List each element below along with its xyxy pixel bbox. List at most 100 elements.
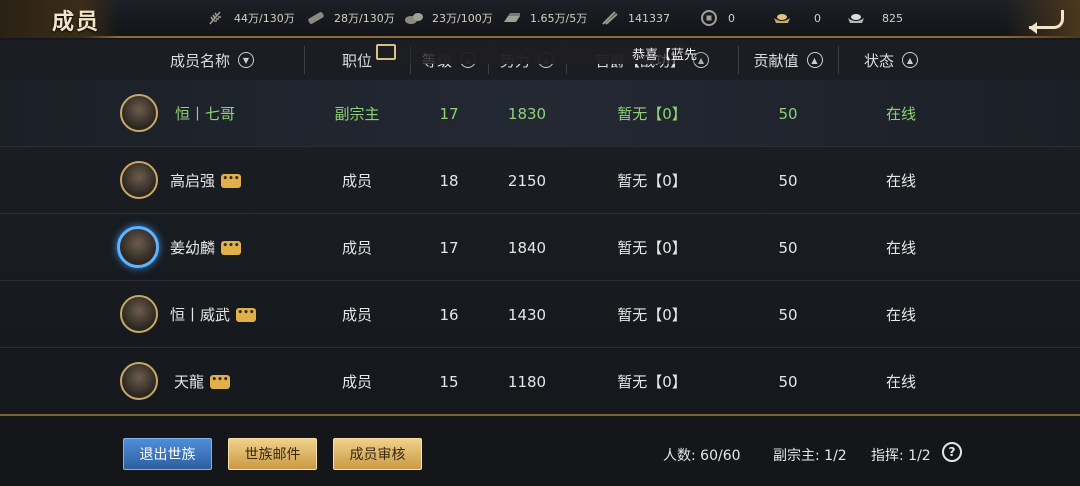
member-level: 18: [439, 171, 459, 190]
broadcast-toast: 恭喜【蓝先: [370, 42, 715, 64]
table-row[interactable]: 天龍 ••• 成员 15 1180 暂无【0】 50 在线: [0, 348, 1080, 415]
resource-scroll: 141337: [600, 0, 670, 36]
resource-value: 0: [814, 11, 821, 25]
commander-count: 指挥: 1/2: [871, 448, 931, 464]
member-power: 1830: [507, 104, 547, 123]
member-rank: 暂无【0】: [617, 373, 687, 391]
member-rank: 暂无【0】: [617, 239, 687, 257]
chat-icon[interactable]: •••: [236, 307, 257, 322]
clan-mail-button[interactable]: 世族邮件: [228, 438, 317, 470]
header-label: 职位: [341, 51, 372, 70]
resource-wood: 28万/130万: [306, 0, 395, 36]
back-button[interactable]: [1004, 0, 1080, 38]
vice-leader-count: 副宗主: 1/2: [773, 448, 847, 464]
member-role: 成员: [341, 373, 372, 391]
member-contribution: 50: [778, 171, 798, 190]
coin-icon: [701, 10, 717, 26]
member-status: 在线: [885, 239, 916, 257]
member-name: 恒丨威武 •••: [170, 306, 257, 324]
member-power: 1840: [507, 238, 547, 257]
resource-value: 141337: [628, 11, 670, 25]
window-title: 成员: [52, 9, 101, 35]
resource-value: 23万/100万: [432, 12, 493, 25]
member-status: 在线: [885, 306, 916, 324]
header-label: 成员名称: [169, 51, 230, 70]
resource-value: 825: [882, 11, 903, 25]
title-plate: 成员: [0, 0, 118, 38]
avatar[interactable]: [120, 94, 158, 132]
member-rank: 暂无【0】: [617, 105, 687, 123]
table-row[interactable]: 姜幼麟 ••• 成员 17 1840 暂无【0】 50 在线: [0, 214, 1080, 281]
member-role: 成员: [341, 239, 372, 257]
sort-up-icon[interactable]: ▲: [902, 52, 918, 68]
member-contribution: 50: [778, 372, 798, 391]
member-review-button[interactable]: 成员审核: [333, 438, 422, 470]
resource-gold: 0: [772, 0, 821, 36]
avatar[interactable]: [120, 161, 158, 199]
scroll-notice-icon: [376, 44, 396, 60]
back-arrow-icon: [1029, 10, 1064, 34]
member-contribution: 50: [778, 238, 798, 257]
member-status: 在线: [885, 105, 916, 123]
resource-value: 1.65万/5万: [530, 12, 588, 25]
member-status: 在线: [885, 373, 916, 391]
header-label: 贡献值: [753, 51, 799, 70]
help-icon[interactable]: ?: [942, 442, 962, 462]
member-name: 高启强 •••: [170, 172, 242, 190]
resource-wheat: 44万/130万: [206, 0, 295, 36]
member-name: 恒丨七哥: [174, 105, 235, 123]
header-status[interactable]: 状态 ▲: [838, 40, 944, 80]
table-row[interactable]: 恒丨威武 ••• 成员 16 1430 暂无【0】 50 在线: [0, 281, 1080, 348]
wood-icon: [308, 12, 324, 24]
header-name[interactable]: 成员名称 ▼: [120, 40, 304, 80]
resource-iron: 1.65万/5万: [502, 0, 587, 36]
resource-value: 44万/130万: [234, 12, 295, 25]
quit-clan-button[interactable]: 退出世族: [123, 438, 212, 470]
member-list: 恒丨七哥 副宗主 17 1830 暂无【0】 50 在线 高启强 ••• 成员 1…: [0, 80, 1080, 414]
resource-coin: 0: [700, 0, 735, 36]
chat-icon[interactable]: •••: [221, 173, 242, 188]
avatar[interactable]: [117, 226, 159, 268]
sort-up-icon[interactable]: ▲: [806, 52, 823, 68]
member-rank: 暂无【0】: [617, 306, 687, 324]
chat-icon[interactable]: •••: [221, 240, 242, 255]
member-level: 16: [439, 305, 459, 324]
member-role: 成员: [341, 306, 372, 324]
member-rank: 暂无【0】: [617, 172, 687, 190]
member-power: 2150: [507, 171, 547, 190]
header-contribution[interactable]: 贡献值 ▲: [738, 40, 838, 80]
member-role: 成员: [341, 172, 372, 190]
avatar[interactable]: [120, 295, 158, 333]
gold-ingot-icon: [774, 14, 790, 23]
wheat-icon: [209, 11, 221, 25]
top-bar: 成员 44万/130万 28万/130万 23万/100万 1.65万/5万 1…: [0, 0, 1080, 38]
member-status: 在线: [885, 172, 916, 190]
member-power: 1180: [507, 372, 547, 391]
table-row[interactable]: 高启强 ••• 成员 18 2150 暂无【0】 50 在线: [0, 147, 1080, 214]
member-contribution: 50: [778, 104, 798, 123]
member-level: 17: [439, 104, 459, 123]
chat-icon[interactable]: •••: [210, 374, 231, 389]
stone-icon: [405, 13, 423, 24]
table-row[interactable]: 恒丨七哥 副宗主 17 1830 暂无【0】 50 在线: [0, 80, 1080, 147]
resource-stone: 23万/100万: [404, 0, 493, 36]
resource-silver: 825: [846, 0, 903, 36]
iron-icon: [504, 13, 520, 22]
toast-text: 恭喜【蓝先: [632, 48, 698, 63]
scroll-icon: [602, 11, 618, 25]
member-level: 15: [439, 372, 459, 391]
member-power: 1430: [507, 305, 547, 324]
header-label: 状态: [863, 51, 894, 70]
member-level: 17: [439, 238, 459, 257]
member-name: 姜幼麟 •••: [170, 239, 242, 257]
member-role: 副宗主: [334, 105, 380, 123]
sort-down-icon[interactable]: ▼: [238, 52, 254, 68]
avatar[interactable]: [120, 362, 158, 400]
member-count: 人数: 60/60: [663, 448, 741, 464]
member-contribution: 50: [778, 305, 798, 324]
silver-ingot-icon: [848, 14, 864, 23]
bottom-bar: 退出世族 世族邮件 成员审核 人数: 60/60 副宗主: 1/2 指挥: 1/…: [0, 414, 1080, 486]
resource-value: 0: [728, 11, 735, 25]
resource-value: 28万/130万: [334, 12, 395, 25]
member-name: 天龍 •••: [174, 373, 231, 391]
